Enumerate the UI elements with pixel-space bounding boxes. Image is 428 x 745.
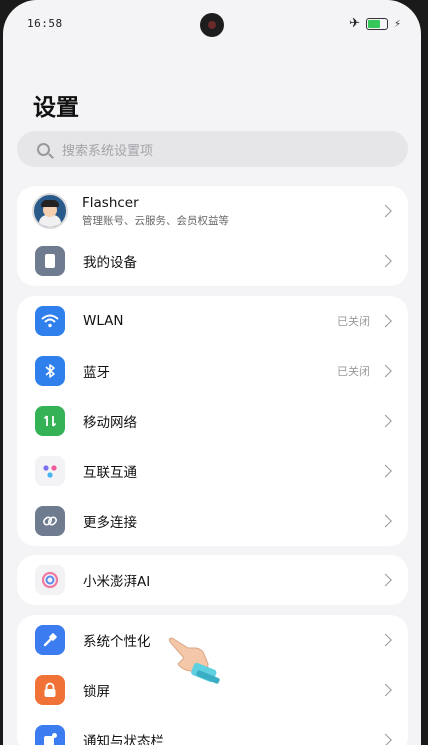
chevron-right-icon bbox=[379, 633, 392, 647]
my-device-label: 我的设备 bbox=[83, 255, 137, 271]
wlan-status: 已关闭 bbox=[337, 315, 370, 328]
page-title: 设置 bbox=[33, 95, 79, 121]
hyperos-ai-label: 小米澎湃AI bbox=[83, 574, 151, 590]
connectivity-card: WLAN 已关闭 蓝牙 已关闭 移动网络 互联互通 更多连接 bbox=[17, 296, 408, 546]
interconnect-icon bbox=[35, 456, 65, 486]
ai-card: 小米澎湃AI bbox=[17, 555, 408, 605]
mobile-network-row[interactable]: 移动网络 bbox=[17, 396, 408, 446]
my-device-row[interactable]: 我的设备 bbox=[17, 236, 408, 286]
status-time: 16:58 bbox=[27, 17, 63, 30]
status-bar: 16:58 ✈ ⚡ bbox=[3, 0, 421, 48]
bluetooth-status: 已关闭 bbox=[337, 365, 370, 378]
account-row[interactable]: Flashcer 管理账号、云服务、会员权益等 bbox=[17, 186, 408, 236]
chevron-right-icon bbox=[379, 464, 392, 478]
notifications-label: 通知与状态栏 bbox=[83, 734, 164, 745]
bluetooth-row[interactable]: 蓝牙 已关闭 bbox=[17, 346, 408, 396]
phone-device-icon bbox=[35, 246, 65, 276]
wlan-row[interactable]: WLAN 已关闭 bbox=[17, 296, 408, 346]
status-icons: ✈ ⚡ bbox=[349, 17, 401, 31]
chevron-right-icon bbox=[379, 364, 392, 378]
pointing-hand-icon bbox=[168, 637, 220, 684]
brush-icon bbox=[35, 625, 65, 655]
search-bar[interactable]: 搜索系统设置项 bbox=[17, 131, 408, 167]
chevron-right-icon bbox=[379, 314, 392, 328]
hyperos-ai-row[interactable]: 小米澎湃AI bbox=[17, 555, 408, 605]
interconnect-row[interactable]: 互联互通 bbox=[17, 446, 408, 496]
front-camera bbox=[200, 13, 224, 37]
chevron-right-icon bbox=[379, 204, 392, 218]
charging-icon: ⚡ bbox=[393, 18, 401, 30]
wlan-label: WLAN bbox=[83, 313, 124, 329]
bluetooth-icon bbox=[35, 356, 65, 386]
more-connections-row[interactable]: 更多连接 bbox=[17, 496, 408, 546]
avatar bbox=[32, 193, 68, 229]
interconnect-label: 互联互通 bbox=[83, 465, 137, 481]
hyperos-ai-icon bbox=[35, 565, 65, 595]
notification-icon bbox=[35, 725, 65, 745]
personalization-label: 系统个性化 bbox=[83, 634, 151, 650]
chevron-right-icon bbox=[379, 683, 392, 697]
mobile-network-label: 移动网络 bbox=[83, 415, 137, 431]
wifi-icon bbox=[35, 306, 65, 336]
lock-screen-label: 锁屏 bbox=[83, 684, 110, 700]
bluetooth-label: 蓝牙 bbox=[83, 365, 110, 381]
chevron-right-icon bbox=[379, 514, 392, 528]
lock-icon bbox=[35, 675, 65, 705]
link-icon bbox=[35, 506, 65, 536]
more-connections-label: 更多连接 bbox=[83, 515, 137, 531]
battery-icon bbox=[365, 18, 388, 30]
account-name: Flashcer bbox=[82, 194, 139, 211]
chevron-right-icon bbox=[379, 573, 392, 587]
search-placeholder: 搜索系统设置项 bbox=[62, 143, 154, 159]
mobile-data-icon bbox=[35, 406, 65, 436]
chevron-right-icon bbox=[379, 414, 392, 428]
chevron-right-icon bbox=[379, 254, 392, 268]
notifications-row[interactable]: 通知与状态栏 bbox=[17, 715, 408, 745]
airplane-icon: ✈ bbox=[349, 16, 360, 31]
account-subtitle: 管理账号、云服务、会员权益等 bbox=[82, 214, 229, 227]
search-icon bbox=[37, 142, 50, 156]
phone-screen: 16:58 ✈ ⚡ 设置 搜索系统设置项 Flashcer 管理账号、云服务、会… bbox=[3, 0, 421, 745]
account-card: Flashcer 管理账号、云服务、会员权益等 我的设备 bbox=[17, 186, 408, 286]
chevron-right-icon bbox=[379, 733, 392, 745]
